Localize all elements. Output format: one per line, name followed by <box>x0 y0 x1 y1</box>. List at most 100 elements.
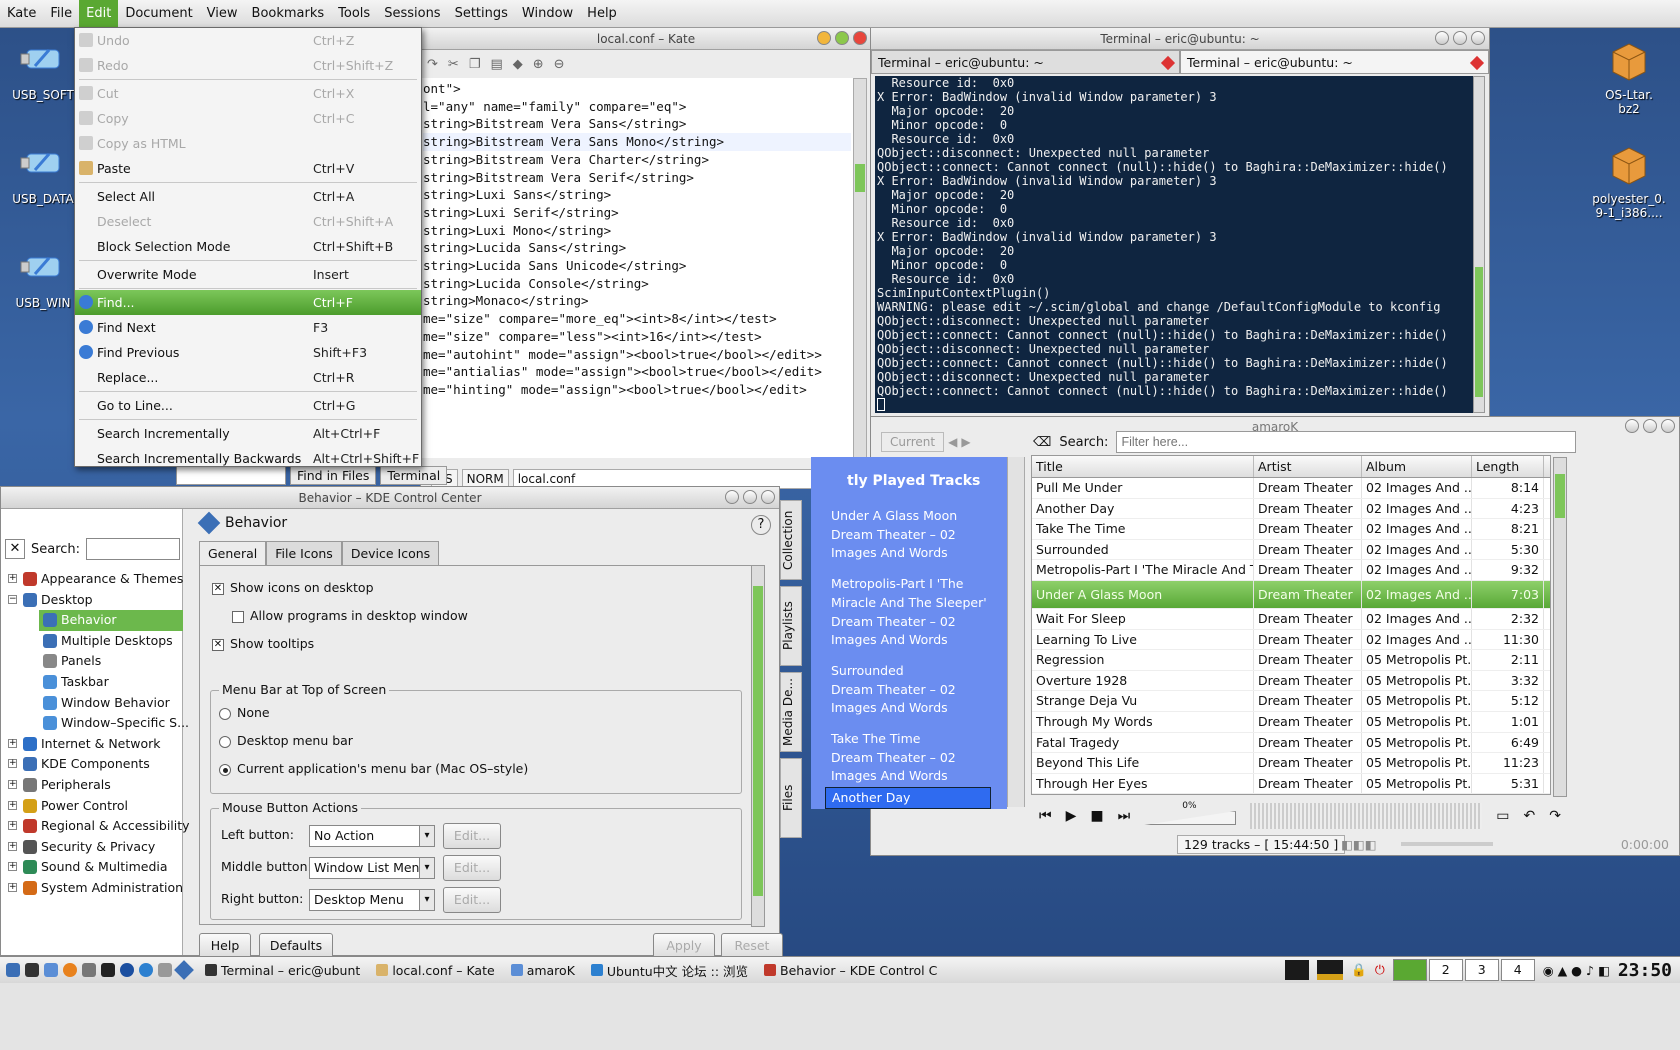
expand-icon[interactable]: + <box>8 882 17 892</box>
menu-item-deselect[interactable]: Deselect Ctrl+Shift+A <box>75 209 421 234</box>
paste-icon[interactable]: ▤ <box>490 57 502 72</box>
editor-scrollbar[interactable] <box>853 78 867 458</box>
ctx-scrollbar[interactable] <box>1007 457 1025 807</box>
radio-row[interactable]: None <box>219 705 270 720</box>
stop-icon[interactable]: ■ <box>1090 808 1103 824</box>
lock-icon[interactable]: 🔒 <box>1351 962 1367 978</box>
tree-item-appearance-themes[interactable]: + Appearance & Themes <box>1 569 183 590</box>
spellcheck-icon[interactable]: ◆ <box>513 57 523 72</box>
menu-item-copy[interactable]: Copy Ctrl+C <box>75 106 421 131</box>
minimize-button[interactable] <box>1435 31 1449 45</box>
mode-icons[interactable]: ◧◧◧ <box>1341 837 1376 852</box>
seek-bar[interactable] <box>1401 842 1493 846</box>
playlist-row[interactable]: Through Her Eyes Dream Theater 05 Metropol… <box>1032 773 1550 794</box>
tree-item-desktop[interactable]: − Desktop <box>1 590 183 611</box>
menu-item-cut[interactable]: Cut Ctrl+X <box>75 81 421 106</box>
menu-item-find-previous[interactable]: Find Previous Shift+F3 <box>75 340 421 365</box>
recent-track[interactable]: Surrounded Dream Theater – 02 Images And… <box>831 662 956 718</box>
tree-item-behavior[interactable]: Behavior <box>39 610 183 631</box>
menu-item-select-all[interactable]: Select All Ctrl+A <box>75 184 421 209</box>
playlist-row[interactable]: Strange Deja Vu Dream Theater 05 Metropoli… <box>1032 691 1550 712</box>
help-icon[interactable]: ? <box>751 515 771 535</box>
zoom-out-icon[interactable]: ⊖ <box>554 57 565 72</box>
playlist-row[interactable]: Wait For Sleep Dream Theater 02 Images And… <box>1032 608 1550 630</box>
playlist-icon[interactable]: ▭ <box>1496 808 1509 824</box>
maximize-button[interactable] <box>835 31 849 45</box>
terminal-titlebar[interactable]: Terminal – eric@ubuntu: ~ <box>871 28 1489 50</box>
checkbox-row[interactable]: ✕ Show tooltips <box>212 636 314 651</box>
kate-titlebar[interactable]: local.conf – Kate <box>421 28 871 50</box>
next-icon[interactable]: ⏭ <box>1118 808 1131 824</box>
playlist-row[interactable]: Through My Words Dream Theater 05 Metropol… <box>1032 711 1550 733</box>
expand-icon[interactable]: + <box>8 841 17 851</box>
desktop-icon-archive[interactable]: OS-Ltar. bz2 <box>1590 36 1668 116</box>
menu-item-search-incrementally-backwards[interactable]: Search Incrementally Backwards Alt+Ctrl+S… <box>75 446 421 471</box>
menu-help[interactable]: Help <box>580 0 624 28</box>
menu-file[interactable]: File <box>43 0 79 28</box>
clear-filter-icon[interactable]: ⌫ <box>1033 435 1051 450</box>
menu-kate[interactable]: Kate <box>0 0 43 28</box>
expand-icon[interactable]: + <box>8 738 17 748</box>
playlist-row[interactable]: Overture 1928 Dream Theater 05 Metropolis … <box>1032 670 1550 692</box>
column-header-length[interactable]: Length <box>1472 456 1544 477</box>
menu-document[interactable]: Document <box>118 0 199 28</box>
edit-button[interactable]: Edit... <box>443 855 501 881</box>
menu-view[interactable]: View <box>200 0 245 28</box>
terminal-icon[interactable] <box>25 963 39 977</box>
redo-icon[interactable]: ↷ <box>427 57 438 72</box>
tree-item-sound-multimedia[interactable]: + Sound & Multimedia <box>1 857 183 878</box>
playlist-row[interactable]: Learning To Live Dream Theater 02 Images A… <box>1032 629 1550 651</box>
copy-icon[interactable]: ❐ <box>469 57 481 72</box>
tree-item-panels[interactable]: Panels <box>1 651 183 672</box>
menu-edit[interactable]: Edit <box>79 0 119 28</box>
filter-input[interactable] <box>1116 431 1577 453</box>
column-header-artist[interactable]: Artist <box>1254 456 1362 477</box>
files-icon[interactable] <box>44 963 58 977</box>
terminal-scrollbar[interactable] <box>1473 76 1485 413</box>
menu-settings[interactable]: Settings <box>448 0 515 28</box>
tree-item-security-privacy[interactable]: + Security & Privacy <box>1 837 183 858</box>
tree-item-regional-accessibility[interactable]: + Regional & Accessibility <box>1 816 190 837</box>
task-button[interactable]: Ubuntu中文 论坛 :: 浏览 <box>583 958 756 982</box>
expand-icon[interactable]: + <box>8 759 17 769</box>
mail-icon[interactable] <box>82 963 96 977</box>
close-button[interactable] <box>1471 31 1485 45</box>
menu-item-go-to-line[interactable]: Go to Line... Ctrl+G <box>75 393 421 418</box>
side-tab-playlists[interactable]: Playlists <box>780 586 802 666</box>
clock[interactable]: 23:50 <box>1618 960 1672 981</box>
radio-button[interactable] <box>219 707 231 720</box>
terminal-screen[interactable]: Resource id: 0x0 X Error: BadWindow (inva… <box>875 76 1473 413</box>
side-tab-files[interactable]: Files <box>780 758 802 838</box>
menu-item-replace[interactable]: Replace... Ctrl+R <box>75 365 421 390</box>
playlist-row[interactable]: Fatal Tragedy Dream Theater 05 Metropolis … <box>1032 732 1550 754</box>
recent-track[interactable]: Metropolis-Part I 'The Miracle And The S… <box>831 575 987 650</box>
close-tab-icon[interactable] <box>1160 55 1176 71</box>
playlist-scrollbar[interactable] <box>1553 457 1567 797</box>
column-header-album[interactable]: Album <box>1362 456 1472 477</box>
menu-sessions[interactable]: Sessions <box>377 0 447 28</box>
checkbox-row[interactable]: ✕ Show icons on desktop <box>212 580 374 595</box>
menu-item-find[interactable]: Find... Ctrl+F <box>75 290 421 315</box>
checkbox[interactable]: ✕ <box>212 582 224 595</box>
next-tab-icon[interactable]: ▶ <box>961 435 970 449</box>
tab-file-icons[interactable]: File Icons <box>266 541 342 565</box>
tab-general[interactable]: General <box>199 541 267 565</box>
playlist-row[interactable]: Beyond This Life Dream Theater 05 Metropol… <box>1032 753 1550 774</box>
menu-item-block-selection-mode[interactable]: Block Selection Mode Ctrl+Shift+B <box>75 234 421 259</box>
tree-item-power-control[interactable]: + Power Control <box>1 796 183 817</box>
tab-device-icons[interactable]: Device Icons <box>341 541 440 565</box>
tree-item-window-specific-s[interactable]: Window–Specific S... <box>1 713 189 734</box>
expand-icon[interactable]: + <box>8 862 17 872</box>
desktop-3[interactable]: 3 <box>1464 959 1499 981</box>
checkbox[interactable] <box>232 610 244 623</box>
radio-row[interactable]: Current application's menu bar (Mac OS–s… <box>219 761 528 776</box>
tree-item-window-behavior[interactable]: Window Behavior <box>1 693 183 714</box>
expand-icon[interactable]: + <box>8 574 17 583</box>
code-editor[interactable]: ont"> l="any" name="family" compare="eq">… <box>421 78 853 458</box>
expand-icon[interactable]: + <box>8 800 17 810</box>
logout-icon[interactable]: ⏻ <box>1375 962 1385 978</box>
playlist-row[interactable]: Pull Me Under Dream Theater 02 Images And … <box>1032 478 1550 499</box>
tree-item-multiple-desktops[interactable]: Multiple Desktops <box>1 631 183 652</box>
mouse-action-select[interactable]: Desktop Menu <box>309 889 435 911</box>
playlist-row[interactable]: Surrounded Dream Theater 02 Images And ...… <box>1032 539 1550 561</box>
